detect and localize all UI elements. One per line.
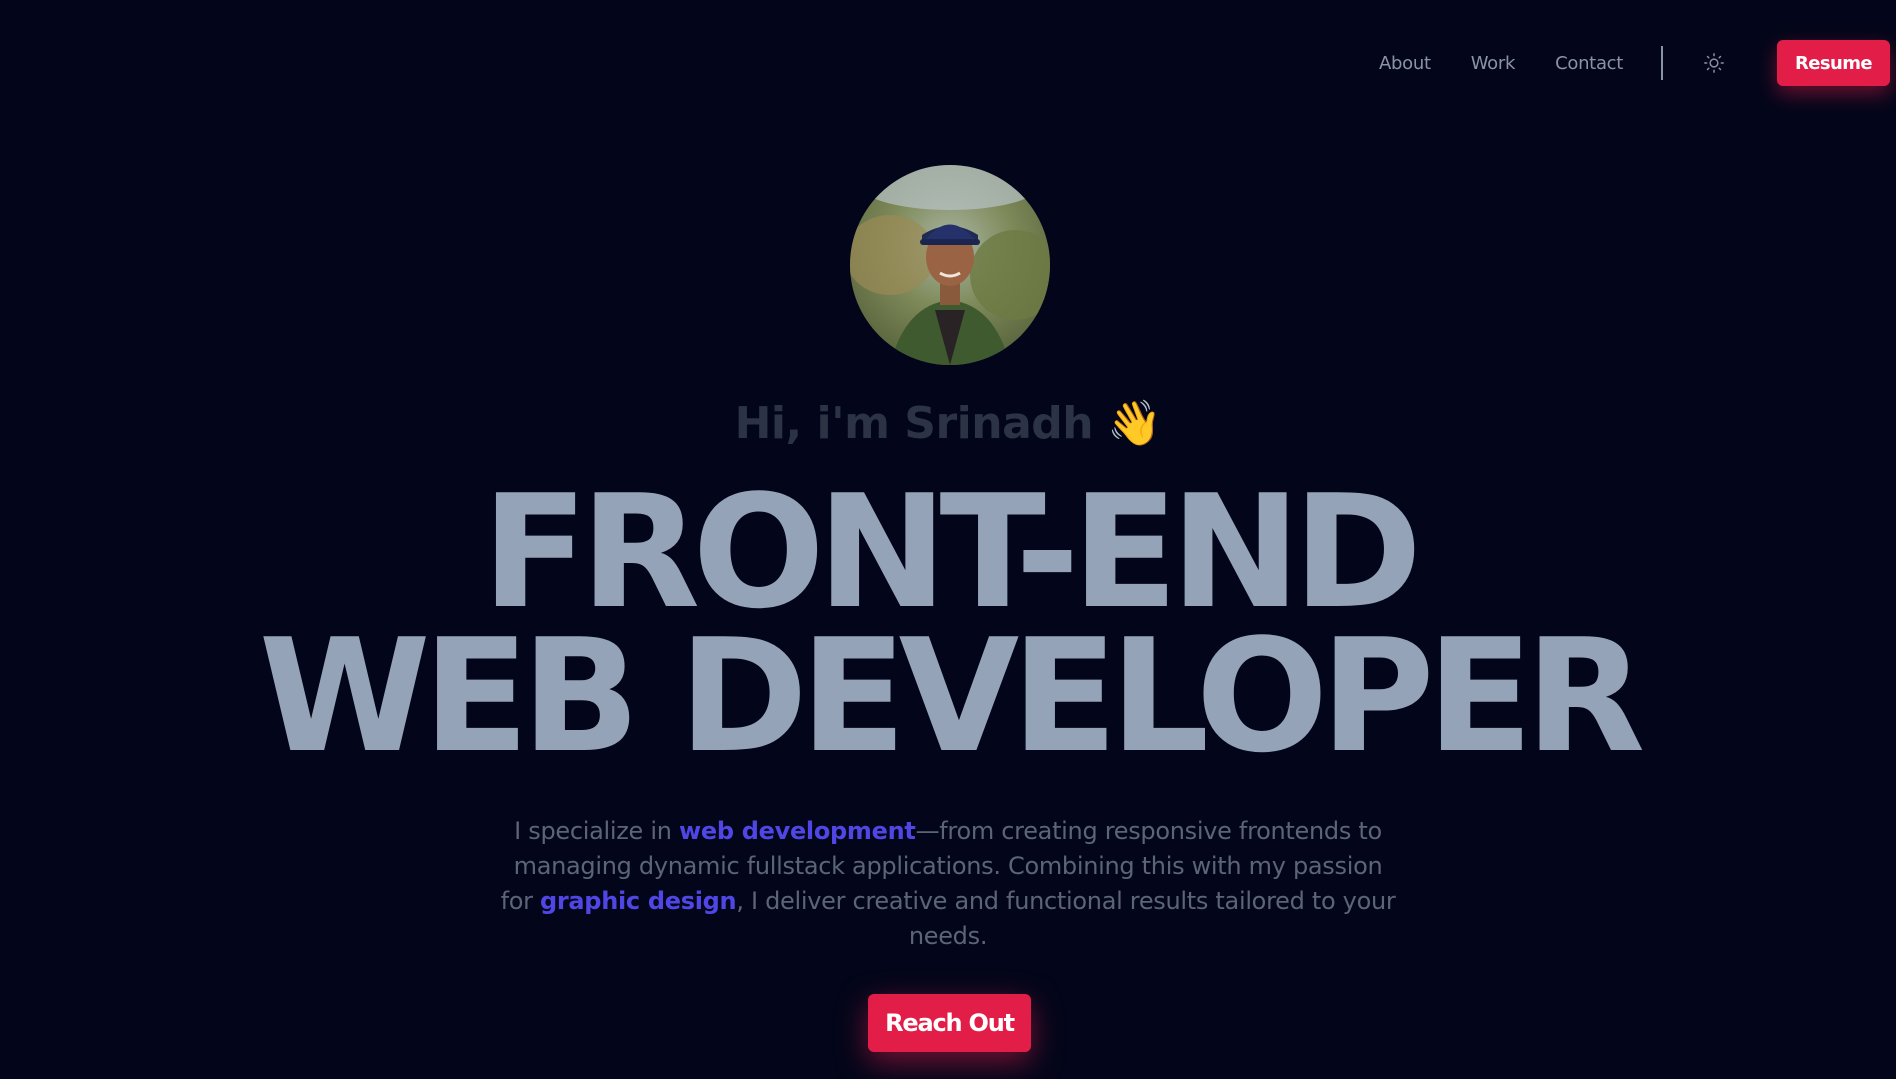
theme-toggle-button[interactable] (1701, 50, 1727, 76)
hero-headline: FRONT-END WEB DEVELOPER (0, 461, 1896, 787)
highlight-web-development: web development (678, 817, 916, 845)
portfolio-page: About Work Contact Resume Hi, i'm Srinad… (0, 0, 1896, 1079)
highlight-graphic-design: graphic design (540, 887, 737, 915)
hero-description: I specialize in web development—from cre… (498, 814, 1398, 954)
headline-line-2: WEB DEVELOPER (258, 605, 1646, 787)
avatar (850, 165, 1050, 365)
nav-link-contact[interactable]: Contact (1555, 53, 1623, 74)
nav-link-work[interactable]: Work (1471, 53, 1516, 74)
sun-icon (1704, 53, 1724, 73)
resume-button[interactable]: Resume (1777, 40, 1890, 86)
description-text-1: I specialize in (514, 817, 679, 845)
description-text-3: , I deliver creative and functional resu… (736, 887, 1396, 950)
greeting-text: Hi, i'm Srinadh (734, 398, 1094, 449)
nav-link-about[interactable]: About (1379, 53, 1431, 74)
nav-divider (1661, 46, 1664, 80)
reach-out-button[interactable]: Reach Out (868, 994, 1031, 1052)
greeting-heading: Hi, i'm Srinadh 👋 (0, 397, 1896, 449)
headline-line-1: FRONT-END (481, 461, 1423, 643)
wave-emoji: 👋 (1107, 398, 1162, 449)
top-nav: About Work Contact Resume (1379, 40, 1890, 86)
